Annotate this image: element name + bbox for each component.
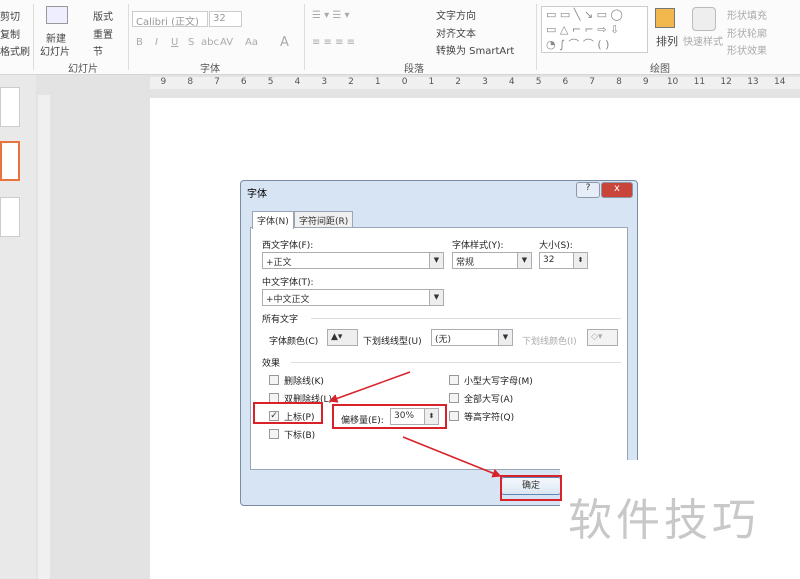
tab-font[interactable]: 字体(N) (252, 211, 294, 229)
annotation-arrow (402, 436, 502, 478)
watermark: 软件技巧 (568, 495, 760, 546)
annotation-arrow (328, 371, 411, 403)
annotation-box-ok (500, 475, 562, 501)
